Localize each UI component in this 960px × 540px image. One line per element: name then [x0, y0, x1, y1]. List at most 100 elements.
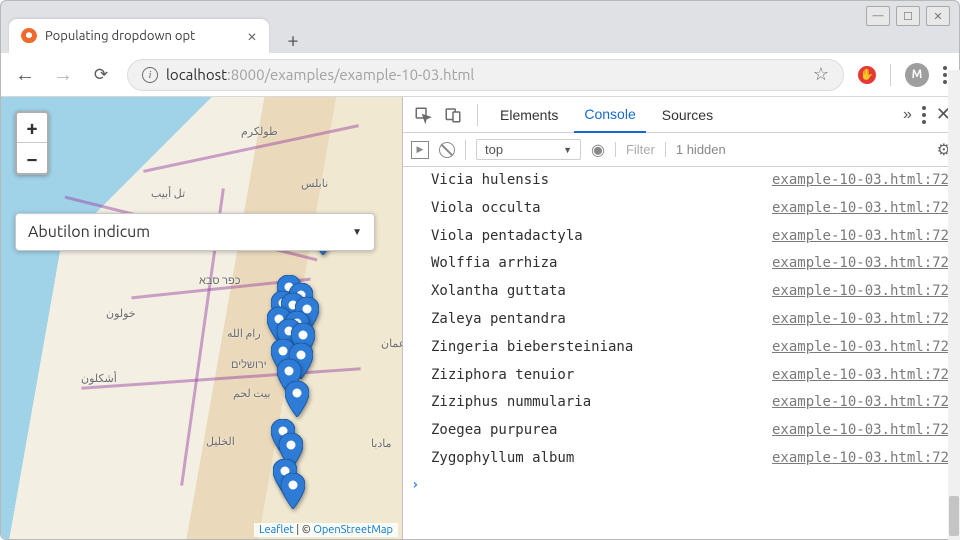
log-message: Ziziphora tenuior [431, 364, 772, 388]
site-info-icon[interactable]: i [142, 67, 158, 83]
console-log-row: Viola pentadactylaexample-10-03.html:72 [403, 223, 959, 251]
console-log-row: Zingeria biebersteinianaexample-10-03.ht… [403, 334, 959, 362]
page-content: طولكرمنابلستل أبيبمنطقة تلכפר סבאخولونرا… [1, 97, 959, 539]
browser-menu-button[interactable] [943, 66, 947, 84]
devtools-scrollbar[interactable] [948, 97, 959, 539]
chevron-down-icon: ▼ [563, 145, 572, 155]
inspect-element-button[interactable] [411, 103, 435, 127]
place-label: رام الله [227, 327, 261, 340]
browser-window: — ☐ ✕ Populating dropdown opt × + ← → ⟳ … [0, 0, 960, 540]
window-close-button[interactable]: ✕ [926, 6, 950, 26]
map-marker[interactable] [281, 473, 305, 509]
place-label: ירושלים [231, 359, 267, 371]
console-prompt[interactable]: › [403, 473, 959, 497]
ublock-extension-icon[interactable]: ✋ [858, 66, 876, 84]
window-minimize-button[interactable]: — [866, 6, 890, 26]
leaflet-map[interactable]: طولكرمنابلستل أبيبمنطقة تلכפר סבאخولونرا… [1, 97, 403, 539]
console-filter-input[interactable]: Filter [615, 142, 655, 157]
console-log-row: Xolantha guttataexample-10-03.html:72 [403, 278, 959, 306]
place-label: بيت لحم [233, 387, 270, 400]
map-tiles[interactable]: طولكرمنابلستل أبيبمنطقة تلכפר סבאخولونرا… [1, 97, 402, 539]
reload-button[interactable]: ⟳ [89, 65, 113, 85]
zoom-control: + − [15, 111, 49, 175]
devtools-more-tabs-button[interactable]: » [903, 106, 912, 124]
map-attribution: Leaflet | © OpenStreetMap [254, 523, 398, 537]
devtools-tab-console[interactable]: Console [574, 97, 645, 133]
browser-tab[interactable]: Populating dropdown opt × [9, 19, 269, 53]
scrollbar-thumb[interactable] [949, 496, 959, 536]
url-text: localhost:8000/examples/example-10-03.ht… [166, 66, 474, 83]
place-label: نابلس [301, 177, 328, 190]
log-source-link[interactable]: example-10-03.html:72 [772, 447, 949, 471]
window-controls: — ☐ ✕ [866, 6, 950, 26]
new-tab-button[interactable]: + [279, 25, 307, 53]
zoom-out-button[interactable]: − [17, 143, 47, 173]
leaflet-link[interactable]: Leaflet [259, 524, 294, 536]
console-log-row: Vicia hulensisexample-10-03.html:72 [403, 167, 959, 195]
devtools-tabbar: Elements Console Sources » ✕ [403, 97, 959, 133]
devtools-panel: Elements Console Sources » ✕ ▶ top ▼ ◉ F [403, 97, 959, 539]
species-dropdown[interactable]: Abutilon indicum ▼ [15, 213, 375, 251]
console-log-area[interactable]: Vicia hulensisexample-10-03.html:72Viola… [403, 167, 959, 539]
console-log-row: Ziziphus nummulariaexample-10-03.html:72 [403, 389, 959, 417]
place-label: طولكرم [241, 125, 278, 138]
place-label: تل أبيب [151, 187, 185, 200]
log-message: Viola pentadactyla [431, 225, 772, 249]
address-bar[interactable]: i localhost:8000/examples/example-10-03.… [127, 59, 844, 91]
devtools-tab-elements[interactable]: Elements [490, 97, 568, 133]
place-label: مادبا [371, 437, 392, 450]
dropdown-selected-value: Abutilon indicum [28, 223, 352, 241]
log-source-link[interactable]: example-10-03.html:72 [772, 197, 949, 221]
place-label: أشكلون [81, 372, 117, 385]
clear-console-button[interactable] [439, 142, 455, 158]
place-label: כפר סבא [199, 275, 240, 287]
log-source-link[interactable]: example-10-03.html:72 [772, 169, 949, 193]
log-message: Xolantha guttata [431, 280, 772, 304]
execution-context-select[interactable]: top ▼ [476, 139, 581, 160]
log-message: Vicia hulensis [431, 169, 772, 193]
device-toolbar-button[interactable] [441, 103, 465, 127]
tab-close-button[interactable]: × [247, 27, 257, 45]
console-toolbar: ▶ top ▼ ◉ Filter 1 hidden ⚙ [403, 133, 959, 167]
log-message: Zaleya pentandra [431, 308, 772, 332]
console-sidebar-toggle[interactable]: ▶ [411, 141, 429, 159]
back-button[interactable]: ← [13, 62, 37, 87]
titlebar [1, 1, 959, 15]
place-label: الخليل [206, 435, 235, 448]
log-source-link[interactable]: example-10-03.html:72 [772, 252, 949, 276]
hidden-messages-label[interactable]: 1 hidden [665, 142, 726, 157]
log-message: Viola occulta [431, 197, 772, 221]
tab-title: Populating dropdown opt [45, 29, 239, 43]
zoom-in-button[interactable]: + [17, 113, 47, 143]
log-source-link[interactable]: example-10-03.html:72 [772, 419, 949, 443]
toolbar-divider [890, 64, 891, 86]
osm-link[interactable]: OpenStreetMap [313, 524, 393, 536]
console-log-row: Wolffia arrhizaexample-10-03.html:72 [403, 250, 959, 278]
favicon-icon [21, 28, 37, 44]
live-expression-button[interactable]: ◉ [591, 140, 605, 160]
forward-button[interactable]: → [51, 62, 75, 87]
log-source-link[interactable]: example-10-03.html:72 [772, 308, 949, 332]
log-source-link[interactable]: example-10-03.html:72 [772, 391, 949, 415]
console-log-row: Zygophyllum albumexample-10-03.html:72 [403, 445, 959, 473]
chevron-down-icon: ▼ [352, 226, 362, 238]
devtools-tab-sources[interactable]: Sources [652, 97, 723, 133]
place-label: خولون [106, 307, 136, 320]
map-marker[interactable] [285, 381, 309, 417]
console-log-row: Ziziphora tenuiorexample-10-03.html:72 [403, 362, 959, 390]
place-label: عمان [381, 337, 403, 350]
window-maximize-button[interactable]: ☐ [896, 6, 920, 26]
console-log-row: Zaleya pentandraexample-10-03.html:72 [403, 306, 959, 334]
devtools-menu-button[interactable] [922, 106, 926, 124]
log-source-link[interactable]: example-10-03.html:72 [772, 364, 949, 388]
log-source-link[interactable]: example-10-03.html:72 [772, 336, 949, 360]
log-message: Wolffia arrhiza [431, 252, 772, 276]
log-source-link[interactable]: example-10-03.html:72 [772, 225, 949, 249]
console-log-row: Viola occultaexample-10-03.html:72 [403, 195, 959, 223]
bookmark-star-icon[interactable]: ☆ [813, 64, 829, 85]
browser-toolbar: ← → ⟳ i localhost:8000/examples/example-… [1, 53, 959, 97]
profile-avatar[interactable]: M [905, 63, 929, 87]
log-source-link[interactable]: example-10-03.html:72 [772, 280, 949, 304]
console-log-row: Zoegea purpureaexample-10-03.html:72 [403, 417, 959, 445]
log-message: Zoegea purpurea [431, 419, 772, 443]
